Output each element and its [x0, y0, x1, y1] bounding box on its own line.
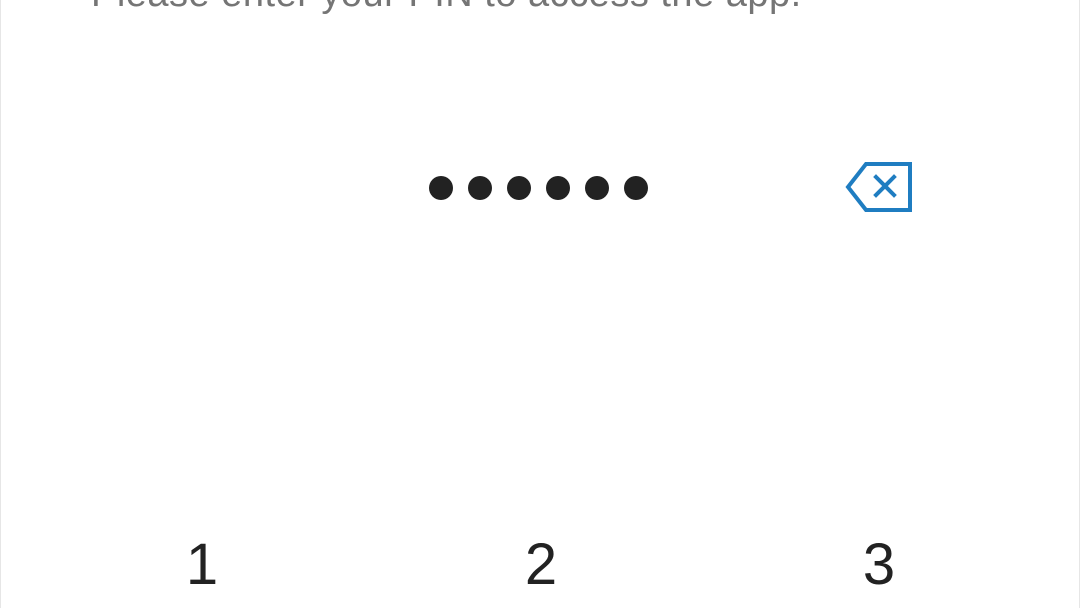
keypad-key-2[interactable]: 2	[481, 520, 601, 608]
pin-dot	[468, 176, 492, 200]
backspace-icon	[845, 162, 912, 212]
pin-dot	[624, 176, 648, 200]
numeric-keypad: 1 2 3	[1, 520, 1079, 608]
pin-dot	[507, 176, 531, 200]
keypad-key-3[interactable]: 3	[819, 520, 939, 608]
pin-dots	[429, 175, 648, 201]
pin-entry-screen: Please enter your PIN to access the app.…	[0, 0, 1080, 608]
pin-entry-row	[1, 160, 1079, 216]
pin-prompt-text: Please enter your PIN to access the app.	[91, 0, 802, 16]
pin-dot	[429, 176, 453, 200]
backspace-button[interactable]	[843, 160, 915, 214]
pin-dot	[546, 176, 570, 200]
pin-dot	[585, 176, 609, 200]
keypad-key-1[interactable]: 1	[142, 520, 262, 608]
